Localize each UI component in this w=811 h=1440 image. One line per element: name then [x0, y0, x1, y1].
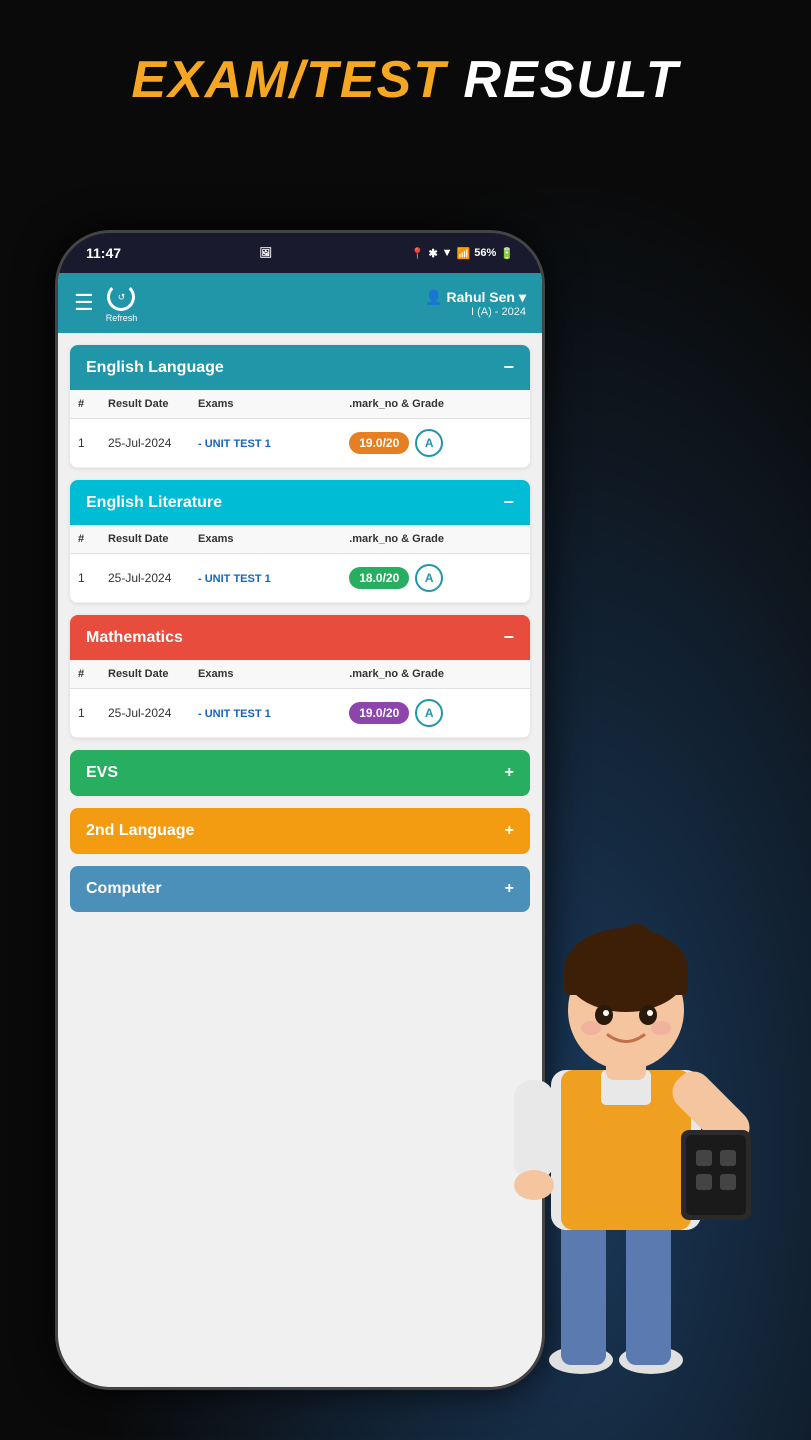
- row-date: 25-Jul-2024: [100, 419, 190, 468]
- col-hash: #: [70, 390, 100, 419]
- refresh-label: Refresh: [106, 313, 138, 323]
- grade-badge: A: [415, 429, 443, 457]
- character-illustration: [451, 820, 801, 1420]
- wifi-icon: ▼: [442, 247, 453, 259]
- location-icon: 📍: [411, 247, 425, 260]
- table-row: 1 25-Jul-2024 - UNIT TEST 1 18.0/20 A: [70, 554, 530, 603]
- page-title: EXAM/TEST RESULT: [0, 50, 811, 110]
- subject-card-evs[interactable]: EVS +: [70, 750, 530, 796]
- signal-icon: 📶: [457, 247, 471, 260]
- toggle-english-language[interactable]: −: [503, 357, 514, 378]
- status-camera-icon: 🖼: [260, 248, 273, 259]
- toggle-english-literature[interactable]: −: [503, 492, 514, 513]
- row-mark-grade: 19.0/20 A: [341, 689, 530, 738]
- subject-header-english-language[interactable]: English Language −: [70, 345, 530, 390]
- col-date: Result Date: [100, 525, 190, 554]
- table-row: 1 25-Jul-2024 - UNIT TEST 1 19.0/20 A: [70, 419, 530, 468]
- status-bar: 11:47 🖼 📍 ✱ ▼ 📶 56% 🔋: [58, 233, 542, 273]
- table-english-language: # Result Date Exams .mark_no & Grade 1 2…: [70, 390, 530, 468]
- header-right: 👤 Rahul Sen ▾ I (A) - 2024: [425, 289, 526, 318]
- title-result: RESULT: [447, 51, 680, 109]
- user-name: 👤 Rahul Sen ▾: [425, 289, 526, 306]
- character-body: [486, 870, 766, 1420]
- col-exams: Exams: [190, 525, 341, 554]
- subject-name-mathematics: Mathematics: [86, 629, 183, 647]
- table-row: 1 25-Jul-2024 - UNIT TEST 1 19.0/20 A: [70, 689, 530, 738]
- row-mark-grade: 19.0/20 A: [341, 419, 530, 468]
- row-date: 25-Jul-2024: [100, 554, 190, 603]
- row-exam[interactable]: - UNIT TEST 1: [190, 554, 341, 603]
- refresh-button[interactable]: ↺ Refresh: [106, 283, 138, 323]
- subject-card-english-literature: English Literature − # Result Date Exams…: [70, 480, 530, 603]
- row-num: 1: [70, 419, 100, 468]
- row-num: 1: [70, 554, 100, 603]
- col-mark-grade: .mark_no & Grade: [341, 390, 530, 419]
- mark-badge: 19.0/20: [349, 702, 409, 724]
- toggle-evs[interactable]: +: [505, 764, 514, 782]
- mark-badge: 18.0/20: [349, 567, 409, 589]
- col-hash: #: [70, 660, 100, 689]
- table-english-literature: # Result Date Exams .mark_no & Grade 1 2…: [70, 525, 530, 603]
- subject-name-english-language: English Language: [86, 359, 224, 377]
- status-time: 11:47: [86, 245, 121, 261]
- dropdown-icon[interactable]: ▾: [519, 289, 526, 306]
- subject-name-2nd-language: 2nd Language: [86, 822, 194, 840]
- col-exams: Exams: [190, 660, 341, 689]
- subject-name-computer: Computer: [86, 880, 162, 898]
- col-mark-grade: .mark_no & Grade: [341, 525, 530, 554]
- row-date: 25-Jul-2024: [100, 689, 190, 738]
- user-name-text: Rahul Sen: [447, 289, 515, 305]
- grade-badge: A: [415, 699, 443, 727]
- grade-badge: A: [415, 564, 443, 592]
- subject-card-mathematics: Mathematics − # Result Date Exams .mark_…: [70, 615, 530, 738]
- character-svg: [486, 870, 766, 1390]
- subject-card-english-language: English Language − # Result Date Exams .…: [70, 345, 530, 468]
- col-mark-grade: .mark_no & Grade: [341, 660, 530, 689]
- row-exam[interactable]: - UNIT TEST 1: [190, 689, 341, 738]
- toggle-mathematics[interactable]: −: [503, 627, 514, 648]
- row-num: 1: [70, 689, 100, 738]
- row-mark-grade: 18.0/20 A: [341, 554, 530, 603]
- hamburger-menu[interactable]: ☰: [74, 290, 94, 316]
- battery-icon: 🔋: [500, 247, 514, 260]
- refresh-icon: ↺: [107, 283, 135, 311]
- user-icon: 👤: [425, 289, 442, 306]
- col-exams: Exams: [190, 390, 341, 419]
- battery-text: 56%: [474, 247, 496, 259]
- user-class: I (A) - 2024: [425, 306, 526, 318]
- mark-badge: 19.0/20: [349, 432, 409, 454]
- bluetooth-icon: ✱: [428, 247, 437, 260]
- subject-name-evs: EVS: [86, 764, 118, 782]
- col-hash: #: [70, 525, 100, 554]
- subject-header-english-literature[interactable]: English Literature −: [70, 480, 530, 525]
- col-date: Result Date: [100, 660, 190, 689]
- title-exam: EXAM/TEST: [131, 51, 447, 109]
- app-header: ☰ ↺ Refresh 👤 Rahul Sen ▾ I (A) - 2024: [58, 273, 542, 333]
- table-mathematics: # Result Date Exams .mark_no & Grade 1 2…: [70, 660, 530, 738]
- subject-name-english-literature: English Literature: [86, 494, 222, 512]
- col-date: Result Date: [100, 390, 190, 419]
- row-exam[interactable]: - UNIT TEST 1: [190, 419, 341, 468]
- status-icons: 📍 ✱ ▼ 📶 56% 🔋: [411, 247, 514, 260]
- subject-header-mathematics[interactable]: Mathematics −: [70, 615, 530, 660]
- header-left: ☰ ↺ Refresh: [74, 283, 137, 323]
